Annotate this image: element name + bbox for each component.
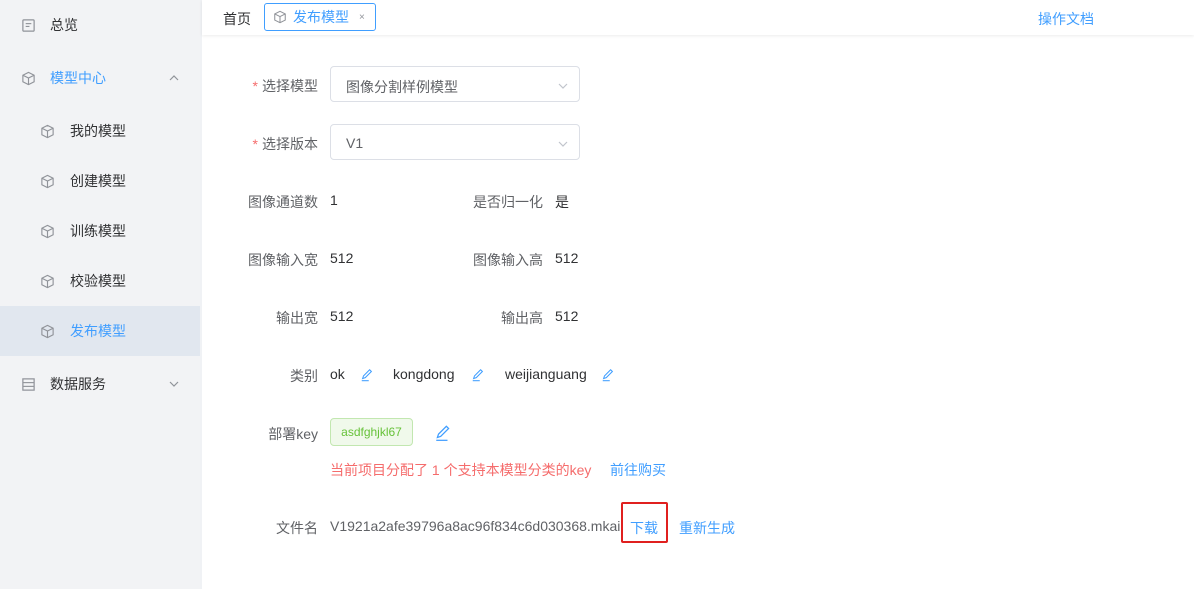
input-height-value: 512	[555, 250, 579, 266]
sidebar-item-label: 发布模型	[70, 323, 126, 339]
model-select[interactable]: 图像分割样例模型	[330, 66, 580, 102]
required-mark: *	[252, 78, 258, 94]
output-width-label: 输出宽	[276, 310, 318, 326]
sidebar-item-validate-model[interactable]: 校验模型	[0, 256, 200, 306]
sidebar-item-label: 数据服务	[50, 376, 106, 392]
version-select[interactable]: V1	[330, 124, 580, 160]
version-label: * 选择版本	[252, 136, 318, 152]
cube-icon	[20, 70, 36, 86]
input-width-value: 512	[330, 250, 354, 266]
sidebar-item-data-service[interactable]: 数据服务	[0, 359, 200, 409]
category-item: weijianguang	[505, 366, 587, 382]
sidebar-item-publish-model[interactable]: 发布模型	[0, 306, 200, 356]
tab-home[interactable]: 首页	[223, 9, 251, 29]
sidebar-item-train-model[interactable]: 训练模型	[0, 206, 200, 256]
download-link[interactable]: 下载	[630, 518, 658, 538]
tab-bar: 首页 发布模型 × 操作文档	[202, 0, 1194, 35]
database-icon	[20, 376, 36, 392]
sidebar-item-create-model[interactable]: 创建模型	[0, 156, 200, 206]
file-name: V1921a2afe39796a8ac96f834c6d030368.mkai	[330, 518, 621, 534]
cube-icon	[39, 273, 55, 289]
version-select-value: V1	[346, 135, 364, 151]
input-height-label: 图像输入高	[473, 252, 543, 268]
model-label: * 选择模型	[252, 78, 318, 94]
cube-icon	[39, 323, 55, 339]
regenerate-link[interactable]: 重新生成	[679, 518, 735, 538]
file-label: 文件名	[276, 520, 318, 536]
cube-icon	[39, 173, 55, 189]
category-label: 类别	[290, 368, 318, 384]
category-item: kongdong	[393, 366, 455, 382]
output-height-label: 输出高	[501, 310, 543, 326]
sidebar-item-overview[interactable]: 总览	[0, 0, 200, 50]
doc-link[interactable]: 操作文档	[1038, 9, 1094, 29]
sidebar-item-label: 我的模型	[70, 123, 126, 139]
sidebar-item-label: 模型中心	[50, 70, 106, 86]
tab-publish-model[interactable]: 发布模型 ×	[264, 3, 376, 31]
output-width-value: 512	[330, 308, 354, 324]
cube-icon	[39, 223, 55, 239]
edit-icon[interactable]	[601, 368, 615, 382]
chevron-up-icon	[167, 71, 181, 85]
chevron-down-icon	[167, 377, 181, 391]
sidebar-item-label: 总览	[50, 17, 78, 33]
sidebar-item-model-center[interactable]: 模型中心	[0, 53, 200, 103]
model-select-value: 图像分割样例模型	[346, 79, 458, 95]
overview-icon	[20, 17, 36, 33]
sidebar-item-label: 训练模型	[70, 223, 126, 239]
channels-label: 图像通道数	[248, 194, 318, 210]
chevron-down-icon	[557, 79, 569, 91]
cube-icon	[39, 123, 55, 139]
channels-value: 1	[330, 192, 338, 208]
normalize-value: 是	[555, 194, 569, 210]
normalize-label: 是否归一化	[473, 194, 543, 210]
tab-label: 发布模型	[293, 9, 349, 25]
sidebar-item-label: 校验模型	[70, 273, 126, 289]
sidebar-item-label: 创建模型	[70, 173, 126, 189]
category-item: ok	[330, 366, 345, 382]
deploy-key-tag: asdfghjkl67	[330, 418, 413, 446]
cube-icon	[273, 10, 287, 24]
sidebar-item-my-models[interactable]: 我的模型	[0, 106, 200, 156]
main-content: 首页 发布模型 × 操作文档 * 选择模型 图像分割样例模型 * 选择版本 V1 图…	[202, 0, 1194, 589]
sidebar: 总览 模型中心 我的模型 创建模型 训练模型 校验模型 发布模型 数据服务	[0, 0, 200, 589]
deploy-key-label: 部署key	[268, 426, 318, 442]
edit-icon[interactable]	[360, 368, 374, 382]
buy-link[interactable]: 前往购买	[610, 460, 666, 480]
output-height-value: 512	[555, 308, 579, 324]
chevron-down-icon	[557, 137, 569, 149]
edit-icon[interactable]	[434, 424, 452, 442]
input-width-label: 图像输入宽	[248, 252, 318, 268]
close-icon[interactable]: ×	[359, 12, 365, 23]
required-mark: *	[252, 136, 258, 152]
edit-icon[interactable]	[471, 368, 485, 382]
key-hint: 当前项目分配了 1 个支持本模型分类的key	[330, 462, 592, 478]
